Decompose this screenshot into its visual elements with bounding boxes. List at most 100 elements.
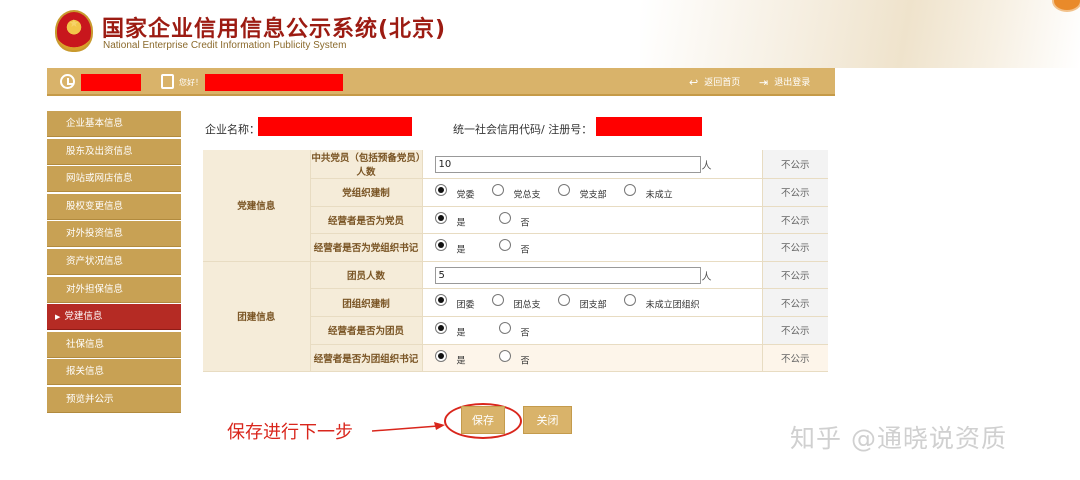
league-org-label: 团组织建制 xyxy=(310,288,423,317)
sidebar-item-label: 企业基本信息 xyxy=(66,118,124,129)
operator-secretary-option-label: 是 xyxy=(456,245,466,256)
sidebar-item-party-building[interactable]: ▶ 党建信息 xyxy=(47,304,181,331)
sidebar-item-guarantees[interactable]: 对外担保信息 xyxy=(47,276,181,303)
operator-secretary-status: 不公示 xyxy=(761,233,828,262)
party-group-label: 党建信息 xyxy=(203,150,311,262)
operator-secretary-radio-no[interactable] xyxy=(498,239,511,252)
league-org-option-label: 团支部 xyxy=(579,300,607,311)
logout-link-label: 退出登录 xyxy=(774,78,811,88)
sidebar-nav: 企业基本信息 股东及出资信息 网站或网店信息 股权变更信息 对外投资信息 资产状… xyxy=(47,111,181,415)
redacted-datetime xyxy=(81,74,141,91)
party-members-unit: 人 xyxy=(701,160,712,172)
active-arrow-icon: ▶ xyxy=(55,313,61,322)
close-button[interactable]: 关闭 xyxy=(523,406,572,434)
top-bar: 您好！ ↩ 返回首页 ⇥ 退出登录 xyxy=(47,68,835,96)
operator-league-secretary-option-label: 是 xyxy=(456,356,466,367)
operator-party-status: 不公示 xyxy=(761,206,828,235)
party-org-radio-general-branch[interactable] xyxy=(491,184,504,197)
party-org-radio-group: 党委 党总支 党支部 未成立 xyxy=(422,178,762,207)
league-org-radio-general-branch[interactable] xyxy=(491,294,504,307)
sidebar-item-basic-info[interactable]: 企业基本信息 xyxy=(47,111,181,137)
header-background-mountain xyxy=(640,0,1080,68)
party-members-status: 不公示 xyxy=(761,150,828,179)
league-members-cell: 5人 xyxy=(422,261,762,290)
operator-league-secretary-radio-group: 是 否 xyxy=(422,344,762,373)
redacted-company-name xyxy=(258,117,412,136)
sidebar-item-label: 股权变更信息 xyxy=(66,200,124,212)
operator-league-option-label: 否 xyxy=(520,328,530,339)
sidebar-item-equity-changes[interactable]: 股权变更信息 xyxy=(47,193,181,220)
home-link[interactable]: ↩ 返回首页 xyxy=(689,75,740,89)
emblem-star-icon: ★ xyxy=(69,17,79,30)
site-title: 国家企业信用信息公示系统(北京) xyxy=(102,17,447,42)
league-members-status: 不公示 xyxy=(761,261,828,290)
sidebar-item-label: 股东及出资信息 xyxy=(66,145,133,157)
sidebar-item-shareholders[interactable]: 股东及出资信息 xyxy=(47,138,181,165)
operator-secretary-label: 经营者是否为党组织书记 xyxy=(310,233,423,262)
sidebar-item-investments[interactable]: 对外投资信息 xyxy=(47,221,181,248)
league-org-option-label: 团委 xyxy=(456,300,475,311)
operator-league-secretary-option-label: 否 xyxy=(520,356,530,367)
party-org-radio-committee[interactable] xyxy=(434,184,447,197)
save-button[interactable]: 保存 xyxy=(461,406,505,434)
redacted-username xyxy=(205,74,343,91)
sidebar-item-label: 网站或网店信息 xyxy=(66,173,133,185)
operator-league-radio-yes[interactable] xyxy=(434,322,447,335)
operator-party-label: 经营者是否为党员 xyxy=(310,206,423,235)
party-org-option-label: 党总支 xyxy=(513,190,541,201)
league-org-radio-committee[interactable] xyxy=(434,294,447,307)
operator-league-secretary-label: 经营者是否为团组织书记 xyxy=(310,344,423,373)
sidebar-item-label: 对外担保信息 xyxy=(66,283,124,295)
operator-league-secretary-status: 不公示 xyxy=(761,344,828,373)
operator-league-label: 经营者是否为团员 xyxy=(310,316,423,345)
site-subtitle: National Enterprise Credit Information P… xyxy=(103,40,347,51)
league-org-radio-group: 团委 团总支 团支部 未成立团组织 xyxy=(422,288,762,317)
logout-link[interactable]: ⇥ 退出登录 xyxy=(759,75,810,89)
league-members-label: 团员人数 xyxy=(310,261,423,290)
league-org-radio-none[interactable] xyxy=(623,294,636,307)
league-org-radio-branch[interactable] xyxy=(557,294,570,307)
sidebar-item-label: 社保信息 xyxy=(66,338,105,350)
operator-league-status: 不公示 xyxy=(761,316,828,345)
greeting-text: 您好！ xyxy=(179,78,203,87)
sidebar-item-label: 对外投资信息 xyxy=(66,228,124,240)
operator-league-option-label: 是 xyxy=(456,328,466,339)
party-org-option-label: 党支部 xyxy=(579,190,607,201)
sidebar-item-assets[interactable]: 资产状况信息 xyxy=(47,248,181,275)
sidebar-item-social-security[interactable]: 社保信息 xyxy=(47,331,181,358)
party-members-input[interactable]: 10 xyxy=(434,155,701,173)
operator-secretary-radio-group: 是 否 xyxy=(422,233,762,262)
return-icon: ↩ xyxy=(689,76,699,89)
league-members-unit: 人 xyxy=(701,271,712,283)
party-org-label: 党组织建制 xyxy=(310,178,423,207)
sidebar-item-customs[interactable]: 报关信息 xyxy=(47,359,181,386)
sidebar-item-preview-publish[interactable]: 预览并公示 xyxy=(47,386,181,413)
operator-party-radio-no[interactable] xyxy=(498,211,511,224)
party-org-option-label: 未成立 xyxy=(645,190,673,201)
league-org-option-label: 未成立团组织 xyxy=(645,300,700,311)
credit-code-label: 统一社会信用代码/ 注册号： xyxy=(453,123,593,136)
operator-party-radio-yes[interactable] xyxy=(434,211,447,224)
party-org-radio-branch[interactable] xyxy=(557,184,570,197)
party-org-radio-none[interactable] xyxy=(623,184,636,197)
operator-league-radio-group: 是 否 xyxy=(422,316,762,345)
sidebar-item-label: 资产状况信息 xyxy=(66,255,124,267)
party-league-form: 党建信息 中共党员（包括预备党员）人数 10 人 不公示 党组织建制 党委 党总支… xyxy=(203,150,828,373)
party-org-status: 不公示 xyxy=(761,178,828,207)
operator-league-radio-no[interactable] xyxy=(498,322,511,335)
home-link-label: 返回首页 xyxy=(704,78,741,88)
league-members-input[interactable]: 5 xyxy=(434,266,701,284)
annotation-text: 保存进行下一步 xyxy=(227,422,353,443)
operator-league-secretary-radio-no[interactable] xyxy=(498,349,511,362)
party-org-option-label: 党委 xyxy=(456,190,475,201)
operator-party-option-label: 否 xyxy=(520,218,530,229)
sidebar-item-websites[interactable]: 网站或网店信息 xyxy=(47,166,181,193)
watermark-text: 知乎 @通晓说资质 xyxy=(790,424,1007,453)
operator-league-secretary-radio-yes[interactable] xyxy=(434,349,447,362)
operator-secretary-radio-yes[interactable] xyxy=(434,239,447,252)
party-members-label: 中共党员（包括预备党员）人数 xyxy=(310,150,423,179)
operator-party-radio-group: 是 否 xyxy=(422,206,762,235)
redacted-credit-code xyxy=(596,117,702,136)
sidebar-item-label: 预览并公示 xyxy=(66,393,114,405)
operator-party-option-label: 是 xyxy=(456,218,466,229)
